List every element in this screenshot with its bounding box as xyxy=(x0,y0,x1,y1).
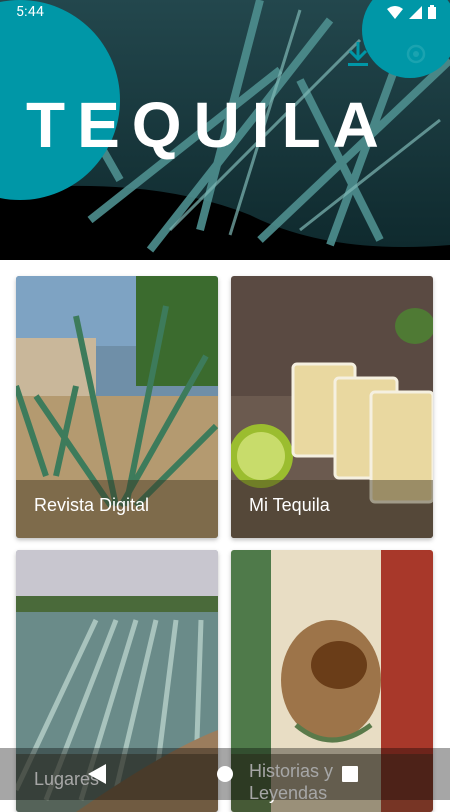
recent-square-icon[interactable] xyxy=(342,766,358,782)
download-icon[interactable] xyxy=(345,40,371,68)
card-revista-digital[interactable]: Revista Digital xyxy=(16,276,218,538)
card-mi-tequila[interactable]: Mi Tequila xyxy=(231,276,433,538)
status-time: 5:44 xyxy=(16,4,45,20)
status-bar: 5:44 xyxy=(0,0,450,26)
header-banner: TEQUILA xyxy=(0,0,450,260)
system-navigation-bar xyxy=(0,748,450,800)
back-triangle-icon[interactable] xyxy=(88,764,106,784)
card-label: Mi Tequila xyxy=(249,495,330,515)
gear-icon[interactable] xyxy=(402,40,430,68)
battery-icon xyxy=(428,5,436,19)
card-label: Revista Digital xyxy=(34,495,150,515)
home-circle-icon[interactable] xyxy=(216,765,234,783)
wifi-icon xyxy=(387,5,403,19)
app-title: TEQUILA xyxy=(26,89,391,161)
signal-icon xyxy=(409,5,422,19)
